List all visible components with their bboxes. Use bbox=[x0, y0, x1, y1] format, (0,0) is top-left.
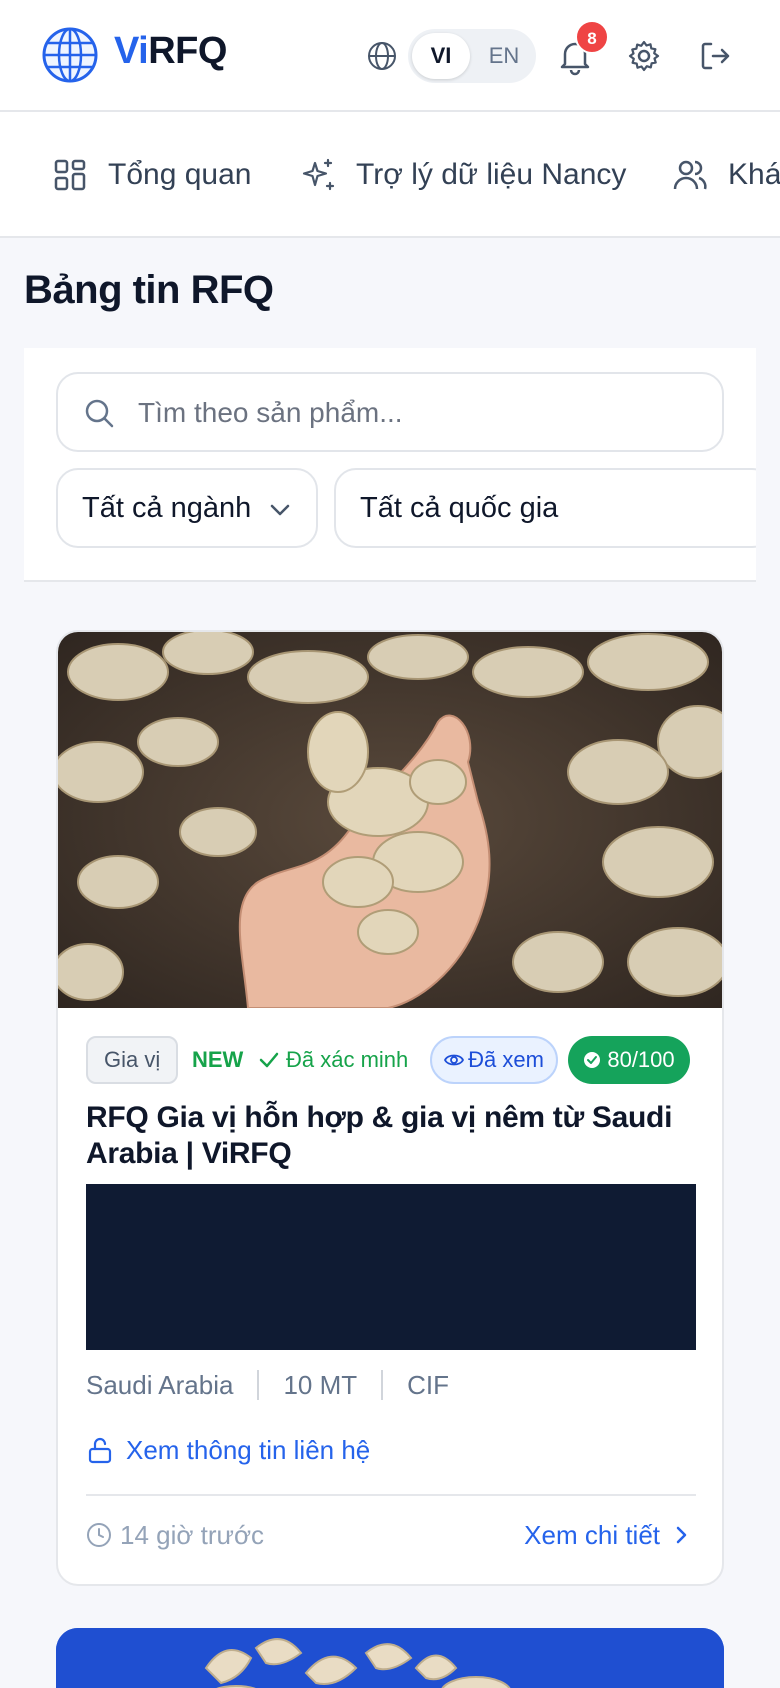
check-icon bbox=[259, 1052, 279, 1068]
country-value: Saudi Arabia bbox=[86, 1369, 234, 1400]
lang-en-button[interactable]: EN bbox=[476, 33, 532, 79]
grid-icon bbox=[54, 159, 86, 191]
view-details-link[interactable]: Xem chi tiết bbox=[524, 1514, 692, 1556]
card-tags: Gia vị NEW Đã xác minh Đã xem 80/100 bbox=[86, 1036, 706, 1084]
verified-tag: Đã xác minh bbox=[258, 1036, 408, 1084]
score-value: 80/100 bbox=[607, 1047, 675, 1072]
product-image bbox=[56, 1628, 724, 1688]
language-toggle: VI EN bbox=[408, 29, 536, 83]
logo-prefix: Vi bbox=[114, 30, 149, 72]
posted-time: 14 giờ trước bbox=[86, 1514, 264, 1556]
globe-logo-icon bbox=[42, 27, 98, 83]
details-label: Xem chi tiết bbox=[524, 1519, 660, 1550]
nav-item-label: Tổng quan bbox=[108, 158, 252, 191]
app-header: ViRFQ VI EN 8 bbox=[0, 0, 780, 112]
nav-item-customers[interactable]: Khá bbox=[672, 152, 780, 198]
meta-divider bbox=[257, 1370, 260, 1400]
clock-icon bbox=[87, 1523, 111, 1547]
search-box bbox=[56, 372, 724, 452]
users-icon bbox=[673, 160, 707, 190]
card-divider bbox=[86, 1494, 696, 1496]
nav-item-nancy-assistant[interactable]: Trợ lý dữ liệu Nancy bbox=[300, 152, 626, 198]
chevron-down-icon bbox=[270, 504, 290, 516]
main-nav: Tổng quan Trợ lý dữ liệu Nancy Khá bbox=[0, 112, 780, 238]
unlock-icon bbox=[88, 1437, 112, 1464]
quantity-value: 10 MT bbox=[283, 1369, 358, 1400]
viewed-label: Đã xem bbox=[468, 1047, 544, 1072]
view-contact-link[interactable]: Xem thông tin liên hệ bbox=[86, 1430, 370, 1470]
rfq-title[interactable]: RFQ Gia vị hỗn hợp & gia vị nêm từ Saudi… bbox=[86, 1100, 706, 1172]
new-tag: NEW bbox=[192, 1047, 244, 1072]
verified-label: Đã xác minh bbox=[286, 1047, 409, 1072]
lang-vi-button[interactable]: VI bbox=[412, 33, 470, 79]
nav-item-label: Khá bbox=[728, 158, 780, 191]
chevron-right-icon bbox=[676, 1526, 687, 1544]
sparkle-icon bbox=[302, 158, 335, 191]
country-select-value: Tất cả quốc gia bbox=[360, 492, 559, 524]
industry-select[interactable]: Tất cả ngành bbox=[56, 468, 318, 548]
logout-icon[interactable] bbox=[697, 38, 733, 74]
product-image bbox=[58, 632, 722, 1008]
language-globe-icon bbox=[368, 42, 396, 70]
page-title: Bảng tin RFQ bbox=[24, 268, 274, 312]
nav-item-overview[interactable]: Tổng quan bbox=[52, 152, 251, 198]
logo-suffix: RFQ bbox=[148, 30, 227, 72]
search-icon bbox=[85, 399, 114, 428]
meta-divider bbox=[381, 1370, 384, 1400]
rfq-meta: Saudi Arabia 10 MT CIF bbox=[86, 1364, 449, 1406]
filter-panel: Tất cả ngành Tất cả quốc gia bbox=[24, 348, 756, 582]
country-select[interactable]: Tất cả quốc gia bbox=[334, 468, 756, 548]
search-input[interactable] bbox=[138, 388, 698, 438]
nav-item-label: Trợ lý dữ liệu Nancy bbox=[356, 158, 627, 191]
check-circle-icon bbox=[584, 1052, 601, 1068]
category-tag: Gia vị bbox=[86, 1036, 179, 1084]
rfq-card-next[interactable] bbox=[56, 1628, 724, 1688]
eye-icon bbox=[444, 1054, 465, 1066]
app-logo[interactable]: ViRFQ bbox=[114, 30, 227, 73]
contact-label: Xem thông tin liên hệ bbox=[126, 1434, 371, 1465]
description-block bbox=[86, 1184, 696, 1350]
incoterm-value: CIF bbox=[407, 1369, 450, 1400]
rfq-card[interactable]: Gia vị NEW Đã xác minh Đã xem 80/100 RFQ… bbox=[56, 630, 724, 1586]
viewed-tag: Đã xem bbox=[430, 1036, 558, 1084]
industry-select-value: Tất cả ngành bbox=[82, 492, 252, 524]
gear-icon[interactable] bbox=[626, 38, 662, 74]
notification-count-badge: 8 bbox=[575, 20, 609, 54]
score-badge: 80/100 bbox=[568, 1036, 690, 1084]
time-ago: 14 giờ trước bbox=[120, 1519, 264, 1550]
